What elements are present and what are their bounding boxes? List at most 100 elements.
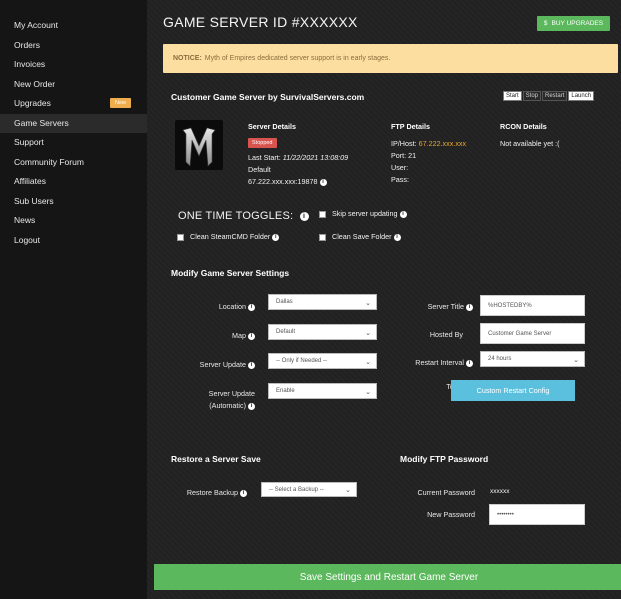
launch-button[interactable]: Launch [568,91,595,101]
restart-interval-select[interactable]: 24 hours ⌄ [480,351,585,367]
sidebar-item-label: Affiliates [14,176,46,186]
main-content: GAME SERVER ID #XXXXXX $ BUY UPGRADES NO… [147,0,621,599]
notice-text: Myth of Empires dedicated server support… [204,55,391,62]
info-icon[interactable]: i [319,178,327,186]
sidebar-item-label: Orders [14,39,40,50]
last-start-label: Last Start: [248,153,281,162]
chevron-down-icon: ⌄ [365,330,371,337]
sidebar-item-label: My Account [14,20,58,30]
settings-title: Modify Game Server Settings [171,268,290,278]
info-icon[interactable]: i [272,233,280,241]
game-logo [175,120,223,170]
server-name: Default [248,165,271,174]
chevron-down-icon: ⌄ [365,359,371,366]
restart-interval-value: 24 hours [488,356,512,362]
clean-steamcmd-checkbox[interactable] [177,233,184,241]
page-title: GAME SERVER ID #XXXXXX [163,14,358,30]
info-icon[interactable]: i [248,303,255,311]
buy-upgrades-button[interactable]: $ BUY UPGRADES [537,16,610,31]
server-section-title: Customer Game Server by SurvivalServers.… [171,92,365,102]
sidebar-top-spacer [0,0,147,16]
game-logo-icon [182,127,216,167]
save-restart-button[interactable]: Save Settings and Restart Game Server [154,564,621,590]
toggles-title: ONE TIME TOGGLES: i [178,210,309,222]
ftp-host-value: 67.222.xxx.xxx [418,139,467,148]
sidebar-item-invoices[interactable]: Invoices [0,55,147,75]
location-select[interactable]: Dallas ⌄ [268,294,377,310]
server-update-select[interactable]: -- Only if Needed -- ⌄ [268,353,377,369]
sidebar-item-news[interactable]: News [0,211,147,231]
buy-upgrades-label: BUY UPGRADES [551,20,604,27]
sidebar-item-upgrades[interactable]: Upgrades New [0,94,147,114]
sidebar-item-label: New Order [14,78,56,89]
map-value: Default [276,329,296,335]
hosted-by-input[interactable]: Customer Game Server [480,323,585,344]
auto-update-label-line2: (Automatic) [209,401,246,410]
clean-save-toggle[interactable]: Clean Save Folder i [319,231,401,242]
hosted-by-label: Hosted By [429,330,463,339]
ftp-pass: Pass: [391,175,409,184]
current-password-label: Current Password [417,488,475,497]
sidebar-item-affiliates[interactable]: Affiliates [0,172,147,192]
dollar-icon: $ [543,20,548,27]
sidebar-item-new-order[interactable]: New Order [0,75,147,95]
skip-updating-toggle[interactable]: Skip server updating i [319,208,407,219]
status-badge: Stopped [248,138,277,148]
info-icon[interactable]: i [299,211,309,221]
restore-backup-value: -- Select a Backup -- [269,486,324,493]
sidebar-item-orders[interactable]: Orders [0,36,147,56]
map-select[interactable]: Default ⌄ [268,324,377,340]
sidebar-item-community-forum[interactable]: Community Forum [0,153,147,173]
auto-update-label: Server Update (Automatic) i [177,388,255,412]
clean-save-checkbox[interactable] [319,233,326,241]
sidebar-item-support[interactable]: Support [0,133,147,153]
sidebar-item-logout[interactable]: Logout [0,231,147,251]
ftp-details-title: FTP Details [391,122,431,131]
server-update-value: -- Only if Needed -- [276,358,328,364]
server-title-label: Server Title i [393,302,473,311]
map-label: Map i [187,331,255,340]
sidebar-item-game-servers[interactable]: Game Servers [0,113,147,133]
restore-backup-label: Restore Backup i [167,488,247,497]
info-icon[interactable]: i [240,489,247,497]
restart-button[interactable]: Restart [542,91,568,101]
rcon-text: Not available yet :( [500,139,560,148]
location-label-text: Location [218,302,246,311]
info-icon[interactable]: i [248,402,255,410]
sidebar-item-sub-users[interactable]: Sub Users [0,192,147,212]
info-icon[interactable]: i [248,361,255,369]
skip-updating-label: Skip server updating [332,209,398,218]
clean-steamcmd-label: Clean SteamCMD Folder [190,232,271,241]
ftp-host: IP/Host: 67.222.xxx.xxx [391,138,466,149]
sidebar-item-label: Support [14,137,44,147]
notice-banner: NOTICE: Myth of Empires dedicated server… [163,44,618,73]
new-password-input[interactable]: •••••••• [489,504,585,525]
hosted-by-value: Customer Game Server [488,330,552,337]
info-icon[interactable]: i [393,233,401,241]
stop-button[interactable]: Stop [522,91,542,101]
start-button[interactable]: Start [503,91,522,101]
ftp-port: Port: 21 [391,151,417,160]
info-icon[interactable]: i [399,210,407,218]
new-badge: New [110,98,132,108]
server-address-value: 67.222.xxx.xxx:19878 [248,177,318,186]
info-icon[interactable]: i [466,303,473,311]
sidebar-item-my-account[interactable]: My Account [0,16,147,36]
clean-steamcmd-toggle[interactable]: Clean SteamCMD Folder i [177,231,280,242]
last-start-value: 11/22/2021 13:08:09 [282,153,349,162]
info-icon[interactable]: i [466,359,473,367]
current-password-value: xxxxxx [490,488,510,495]
chevron-down-icon: ⌄ [365,300,371,307]
custom-restart-config-button[interactable]: Custom Restart Config [451,380,575,401]
server-details-title: Server Details [248,122,296,131]
server-controls: Start Stop Restart Launch [502,91,595,101]
map-label-text: Map [232,331,246,340]
notice-label: NOTICE: [173,55,202,62]
server-title-input[interactable]: %HOSTEDBY% [480,295,585,316]
restore-backup-select[interactable]: -- Select a Backup -- ⌄ [261,482,357,497]
info-icon[interactable]: i [248,332,255,340]
sidebar-item-label: Sub Users [14,195,54,206]
auto-update-select[interactable]: Enable ⌄ [268,383,377,399]
server-update-label-text: Server Update [199,360,246,369]
skip-updating-checkbox[interactable] [319,210,326,218]
